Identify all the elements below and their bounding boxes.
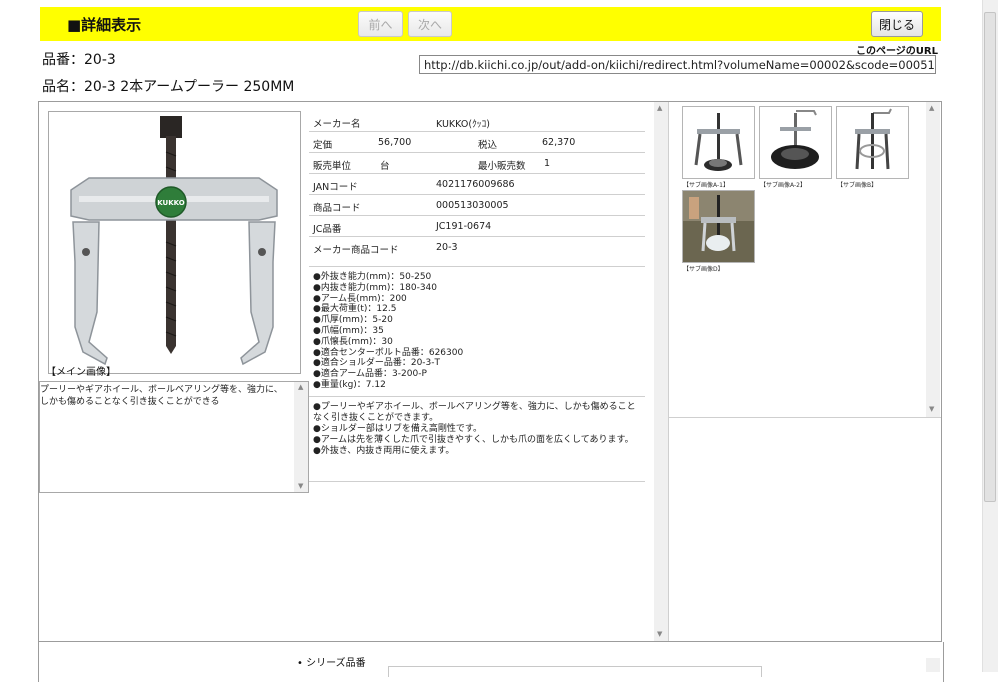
product-name: 品名：20-3 2本アームプーラー 250MM: [42, 79, 295, 95]
main-image-caption: 【メイン画像】: [46, 367, 116, 378]
feature-item: ●内抜き能力(mm)：180-340: [313, 282, 438, 293]
spec-row-code: 商品コード 000513030005: [309, 195, 645, 216]
feature-item: ●アーム長(mm)：200: [313, 293, 407, 304]
divider: [668, 417, 941, 418]
spec-label: 販売単位: [313, 161, 352, 172]
right-arm: [240, 221, 276, 366]
spec-value: KUKKO(ｸｯｺ): [436, 119, 491, 130]
spec-label: 税込: [478, 140, 498, 151]
brand-badge-text: KUKKO: [157, 199, 185, 207]
spec-value: 62,370: [542, 137, 576, 148]
spec-label: 定価: [313, 140, 333, 151]
feature-item: ●適合アーム品番：3-200-P: [313, 369, 427, 380]
sub-image-thumb[interactable]: [836, 106, 909, 179]
description-line: ●外抜き、内抜き両用に使えます。: [313, 446, 455, 456]
feature-item: ●適合ショルダー品番：20-3-T: [313, 358, 441, 369]
spec-row-price: 定価 56,700 税込 62,370: [309, 132, 645, 153]
spec-row-jc: JC品番 JC191-0674: [309, 216, 645, 237]
series-label: シリーズ品番: [306, 658, 366, 669]
sub-image-illustration: [683, 191, 754, 262]
divider: [309, 481, 645, 482]
page-url-field[interactable]: http://db.kiichi.co.jp/out/add-on/kiichi…: [419, 55, 936, 74]
sub-image-illustration: [855, 108, 892, 170]
spec-value: 4021176009686: [436, 179, 515, 190]
sub-image-caption: 【サブ画像D】: [683, 266, 724, 273]
feature-item: ●爪懐長(mm)：30: [313, 336, 393, 347]
scroll-up-icon[interactable]: ▲: [657, 104, 662, 112]
sub-image-thumb[interactable]: [682, 190, 755, 263]
description-line: ●プーリーやギアホイール、ボールベアリング等を、強力に、しかも傷めることなく引き…: [313, 402, 636, 423]
left-arm: [72, 221, 108, 366]
scroll-up-icon[interactable]: ▲: [298, 383, 303, 391]
feature-item: ●外抜き能力(mm)：50-250: [313, 272, 432, 282]
spec-label: メーカー商品コード: [313, 245, 399, 256]
divider: [309, 396, 645, 397]
spec-scrollbar[interactable]: [654, 102, 668, 641]
puller-illustration: KUKKO: [70, 116, 278, 366]
spec-row-maker-code: メーカー商品コード 20-3: [309, 237, 645, 267]
sub-image-illustration: [771, 110, 819, 169]
sub-image-thumb[interactable]: [759, 106, 832, 179]
sub-image-illustration: [694, 113, 743, 171]
spec-value: JC191-0674: [436, 221, 492, 232]
scroll-down-icon[interactable]: ▼: [929, 405, 934, 413]
spec-value: 000513030005: [436, 200, 509, 211]
scroll-down-icon[interactable]: ▼: [298, 482, 303, 490]
spec-value: 56,700: [378, 137, 412, 148]
spec-row-unit: 販売単位 台 最小販売数 1: [309, 153, 645, 174]
feature-item: ●爪幅(mm)：35: [313, 325, 384, 336]
thumbnail-scrollbar[interactable]: [926, 102, 940, 417]
spec-label: JANコード: [313, 182, 358, 193]
sub-image-thumb[interactable]: [682, 106, 755, 179]
spec-label: メーカー名: [313, 119, 361, 130]
spec-row-maker: メーカー名 KUKKO(ｸｯｺ): [309, 111, 645, 132]
main-image[interactable]: KUKKO: [48, 111, 301, 374]
next-button[interactable]: 次へ: [408, 11, 452, 37]
feature-item: ●爪厚(mm)：5-20: [313, 315, 393, 326]
spec-value: 20-3: [436, 242, 458, 253]
spec-row-jan: JANコード 4021176009686: [309, 174, 645, 195]
spec-label: 商品コード: [313, 203, 361, 214]
divider: [668, 102, 669, 641]
description-line: ●アームは先を薄くした爪で引抜きやすく、しかも爪の面を広くしてあります。: [313, 435, 634, 445]
description-text: プーリーやギアホイール、ボールベアリング等を、強力に、しかも傷めることなく引き抜…: [40, 385, 283, 407]
description-scrollbar[interactable]: [294, 382, 308, 492]
series-scrollbar[interactable]: [926, 658, 940, 672]
sub-image-caption: 【サブ画像A-1】: [683, 182, 729, 189]
spec-value: 1: [544, 158, 551, 169]
header-bar: [40, 7, 941, 41]
page-title: ■詳細表示: [67, 16, 142, 34]
prev-button[interactable]: 前へ: [358, 11, 403, 37]
page-scroll-thumb[interactable]: [984, 12, 996, 502]
bolt-head: [160, 116, 182, 138]
spec-label: 最小販売数: [478, 161, 526, 172]
sub-image-caption: 【サブ画像A-2】: [760, 182, 806, 189]
scroll-down-icon[interactable]: ▼: [657, 630, 662, 638]
part-number: 品番：20-3: [42, 52, 116, 68]
series-heading: • シリーズ品番: [297, 658, 366, 669]
features-list: ●外抜き能力(mm)：50-250 ●内抜き能力(mm)：180-340 ●アー…: [313, 272, 463, 391]
feature-item: ●最大荷重(t)：12.5: [313, 304, 397, 315]
scroll-up-icon[interactable]: ▲: [929, 104, 934, 112]
feature-item: ●重量(kg)：7.12: [313, 379, 386, 390]
feature-item: ●適合センターボルト品番：626300: [313, 347, 464, 358]
long-description: ●プーリーやギアホイール、ボールベアリング等を、強力に、しかも傷めることなく引き…: [313, 402, 638, 457]
sub-image-caption: 【サブ画像B】: [837, 182, 878, 189]
close-button[interactable]: 閉じる: [871, 11, 923, 37]
spec-value: 台: [380, 161, 390, 172]
spec-label: JC品番: [313, 224, 342, 235]
description-line: ●ショルダー部はリブを備え高剛性です。: [313, 424, 482, 434]
